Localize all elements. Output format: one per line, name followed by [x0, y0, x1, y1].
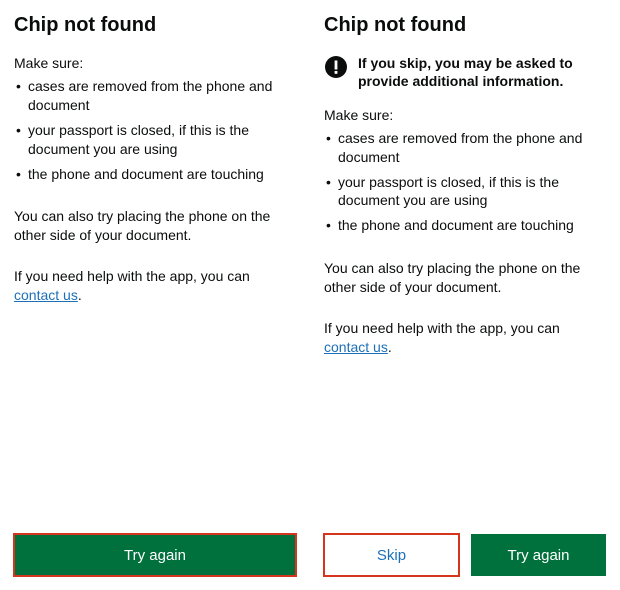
list-item: cases are removed from the phone and doc… — [14, 77, 296, 115]
skip-notice: If you skip, you may be asked to provide… — [324, 55, 606, 91]
page-title: Chip not found — [324, 14, 606, 37]
help-suffix: . — [78, 287, 82, 303]
list-item: the phone and document are touching — [324, 216, 606, 235]
make-sure-lead: Make sure: — [14, 55, 296, 71]
contact-us-link[interactable]: contact us — [14, 287, 78, 303]
make-sure-list: cases are removed from the phone and doc… — [324, 129, 606, 241]
alt-placement-text: You can also try placing the phone on th… — [324, 259, 606, 297]
try-again-button[interactable]: Try again — [471, 534, 606, 576]
help-text: If you need help with the app, you can c… — [324, 319, 606, 357]
help-text: If you need help with the app, you can c… — [14, 267, 296, 305]
list-item: your passport is closed, if this is the … — [14, 121, 296, 159]
help-suffix: . — [388, 339, 392, 355]
left-pane: Chip not found Make sure: cases are remo… — [0, 0, 310, 590]
list-item: your passport is closed, if this is the … — [324, 173, 606, 211]
footer-buttons: Try again — [14, 534, 296, 576]
list-item: cases are removed from the phone and doc… — [324, 129, 606, 167]
make-sure-list: cases are removed from the phone and doc… — [14, 77, 296, 189]
page-title: Chip not found — [14, 14, 296, 37]
right-pane: Chip not found If you skip, you may be a… — [310, 0, 620, 590]
help-prefix: If you need help with the app, you can — [14, 268, 250, 284]
help-prefix: If you need help with the app, you can — [324, 320, 560, 336]
exclamation-icon — [324, 55, 348, 79]
make-sure-lead: Make sure: — [324, 107, 606, 123]
alt-placement-text: You can also try placing the phone on th… — [14, 207, 296, 245]
list-item: the phone and document are touching — [14, 165, 296, 184]
skip-button[interactable]: Skip — [324, 534, 459, 576]
try-again-button[interactable]: Try again — [14, 534, 296, 576]
footer-buttons: Skip Try again — [324, 534, 606, 576]
skip-notice-text: If you skip, you may be asked to provide… — [358, 55, 606, 91]
contact-us-link[interactable]: contact us — [324, 339, 388, 355]
